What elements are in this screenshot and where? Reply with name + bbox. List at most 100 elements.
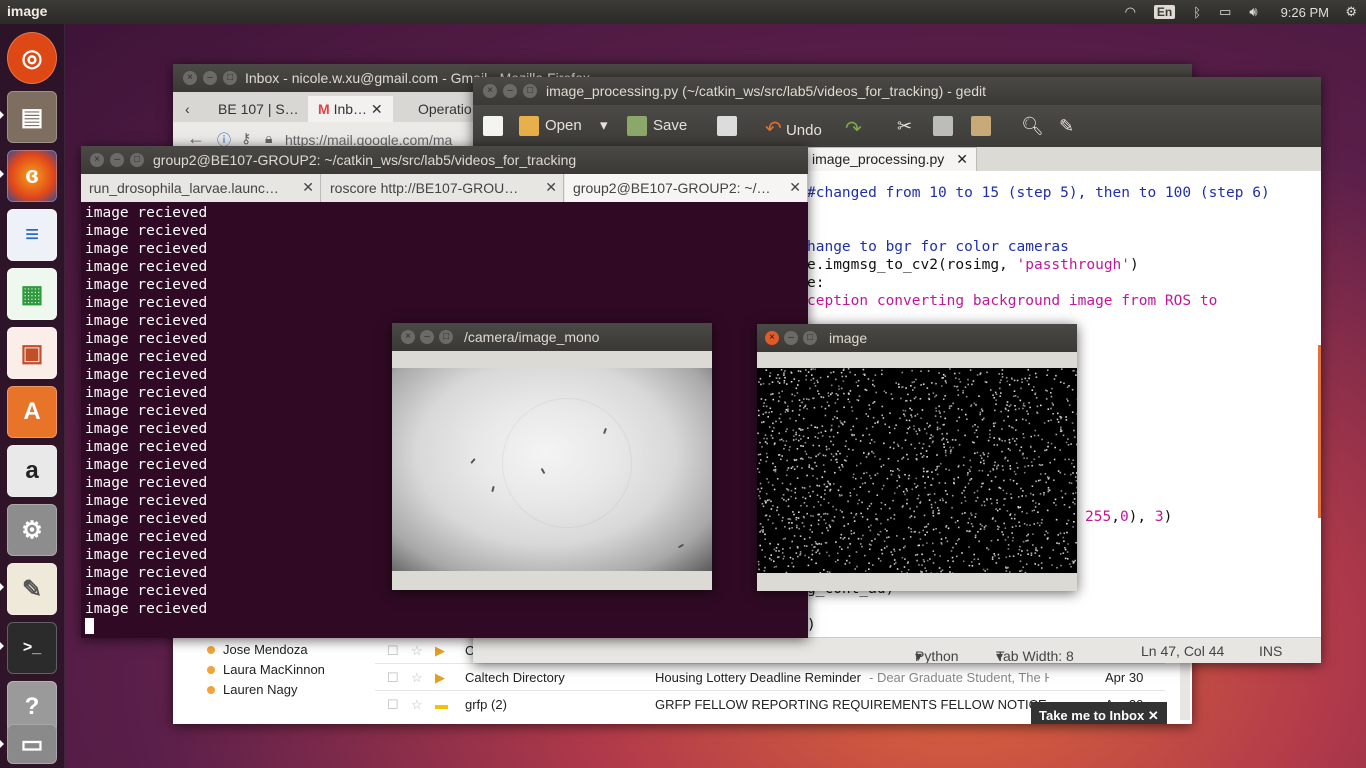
scrollbar[interactable] [1318, 345, 1321, 518]
firefox-icon[interactable]: ɞ [7, 150, 57, 202]
launcher: ◎ ▤ ɞ ≡ ▦ ▣ A a ⚙ ✎ >_ ? ▭ [0, 24, 65, 768]
star-icon[interactable]: ☆ [411, 643, 423, 659]
close-icon[interactable]: × [765, 331, 779, 345]
clock[interactable]: 9:26 PM [1281, 5, 1329, 20]
close-icon[interactable]: ✕ [302, 179, 314, 196]
code-text: e.imgmsg_to_cv2(rosimg, [807, 257, 1017, 273]
libreoffice-impress-icon[interactable]: ▣ [7, 327, 57, 379]
take-me-to-inbox-label: Take me to Inbox [1039, 708, 1145, 723]
find-replace-icon: ✎ [1059, 116, 1075, 136]
close-icon[interactable]: ✕ [956, 151, 968, 167]
select-checkbox[interactable]: ☐ [387, 670, 399, 686]
close-icon[interactable]: ✕ [789, 179, 801, 196]
copy-icon [933, 116, 953, 136]
minimize-icon[interactable]: – [110, 153, 124, 167]
close-icon[interactable]: × [183, 71, 197, 85]
tab-image-processing[interactable]: image_processing.py ✕ [803, 147, 977, 171]
mail-row[interactable]: ☐ ☆ ▶ Caltech Directory Housing Lottery … [375, 663, 1165, 690]
tab-group2-shell[interactable]: group2@BE107-GROUP2: ~/… ✕ [565, 174, 808, 202]
save-icon [627, 116, 647, 136]
wifi-icon[interactable]: ◠ [1125, 4, 1136, 20]
processed-image-noise [757, 368, 1077, 573]
insert-mode: INS [1259, 643, 1283, 659]
close-icon[interactable]: × [401, 330, 415, 344]
gmail-icon: M [318, 101, 330, 117]
open-dropdown-icon[interactable]: ▾ [600, 116, 608, 134]
tab-inbox[interactable]: M Inb… ✕ [308, 96, 393, 122]
minimize-icon[interactable]: – [420, 330, 434, 344]
volume-icon[interactable]: 🔊︎ [1249, 4, 1257, 20]
open-label: Open [545, 116, 582, 134]
contact-name: Laura MacKinnon [223, 662, 325, 677]
tab-width-label: Tab Width: 8 [996, 648, 1074, 663]
libreoffice-calc-icon[interactable]: ▦ [7, 268, 57, 320]
open-button[interactable]: Open [519, 116, 582, 136]
minimize-icon[interactable]: – [784, 331, 798, 345]
contact-item[interactable]: Lauren Nagy [207, 682, 297, 697]
contact-item[interactable]: Jose Mendoza [207, 642, 308, 657]
star-icon[interactable]: ☆ [411, 697, 423, 713]
close-icon[interactable]: ✕ [545, 179, 557, 196]
maximize-icon[interactable]: □ [130, 153, 144, 167]
gear-icon[interactable]: ⚙ [1345, 4, 1357, 20]
copy-button[interactable] [933, 116, 959, 136]
replace-button[interactable]: ✎ [1059, 116, 1074, 137]
minimize-icon[interactable]: – [503, 84, 517, 98]
mail-sender: Caltech Directory [465, 670, 565, 685]
tab-be107[interactable]: BE 107 | S… [208, 96, 309, 122]
amazon-icon[interactable]: a [7, 445, 57, 497]
maximize-icon[interactable]: □ [523, 84, 537, 98]
image-titlebar[interactable]: × – □ image [757, 324, 1077, 352]
camera-titlebar[interactable]: × – □ /camera/image_mono [392, 323, 712, 351]
select-checkbox[interactable]: ☐ [387, 697, 399, 713]
minimize-icon[interactable]: – [203, 71, 217, 85]
redo-button[interactable]: ↷ [845, 116, 862, 141]
bluetooth-icon[interactable]: ᛒ [1193, 5, 1201, 20]
close-icon[interactable]: ✕ [371, 101, 383, 117]
files-icon[interactable]: ▤ [7, 91, 57, 143]
tab-run-drosophila[interactable]: run_drosophila_larvae.launc… ✕ [81, 174, 321, 202]
text-editor-icon[interactable]: ✎ [7, 563, 57, 615]
take-me-to-inbox-button[interactable]: Take me to Inbox ✕ [1031, 702, 1167, 724]
system-settings-icon[interactable]: ⚙ [7, 504, 57, 556]
maximize-icon[interactable]: □ [223, 71, 237, 85]
close-icon[interactable]: × [483, 84, 497, 98]
undo-button[interactable]: ↶ Undo [765, 116, 822, 141]
scanner-icon[interactable]: ▭ [7, 724, 57, 764]
star-icon[interactable]: ☆ [411, 670, 423, 686]
contact-name: Jose Mendoza [223, 642, 308, 657]
terminal-prompt-line [85, 618, 804, 636]
libreoffice-writer-icon[interactable]: ≡ [7, 209, 57, 261]
code-line: e: [807, 275, 825, 291]
new-document-button[interactable] [483, 116, 509, 136]
paste-button[interactable] [971, 116, 997, 136]
mail-sender: grfp (2) [465, 697, 507, 712]
find-button[interactable]: 🔍︎ [1021, 116, 1044, 137]
open-folder-icon [519, 116, 539, 136]
select-checkbox[interactable]: ☐ [387, 643, 399, 659]
terminal-titlebar[interactable]: × – □ group2@BE107-GROUP2: ~/catkin_ws/s… [81, 146, 808, 174]
cut-button[interactable]: ✂ [897, 116, 912, 137]
gedit-titlebar[interactable]: × – □ image_processing.py (~/catkin_ws/s… [473, 77, 1321, 105]
tab-operations[interactable]: Operatio [408, 96, 482, 122]
maximize-icon[interactable]: □ [439, 330, 453, 344]
software-center-icon[interactable]: A [7, 386, 57, 438]
tab-roscore[interactable]: roscore http://BE107-GROU… ✕ [322, 174, 564, 202]
keyboard-layout-indicator[interactable]: En [1153, 5, 1176, 19]
terminal-icon[interactable]: >_ [7, 622, 57, 674]
battery-icon[interactable]: ▭ [1219, 4, 1231, 20]
importance-marker-icon[interactable]: ▶ [435, 670, 445, 686]
code-text: ), [1128, 509, 1155, 525]
ubuntu-dash-icon[interactable]: ◎ [7, 32, 57, 84]
close-icon[interactable]: × [90, 153, 104, 167]
tab-scroll-left-icon[interactable]: ‹ [175, 96, 200, 122]
print-button[interactable] [717, 116, 743, 136]
maximize-icon[interactable]: □ [803, 331, 817, 345]
code-text: ) [1130, 257, 1139, 273]
key-icon[interactable]: ⚷ [241, 130, 251, 147]
contact-item[interactable]: Laura MacKinnon [207, 662, 325, 677]
save-button[interactable]: Save [627, 116, 687, 136]
importance-marker-icon[interactable]: ▶ [435, 643, 445, 659]
chevron-down-icon: ▾ [996, 648, 1004, 663]
close-icon[interactable]: ✕ [1148, 708, 1159, 723]
